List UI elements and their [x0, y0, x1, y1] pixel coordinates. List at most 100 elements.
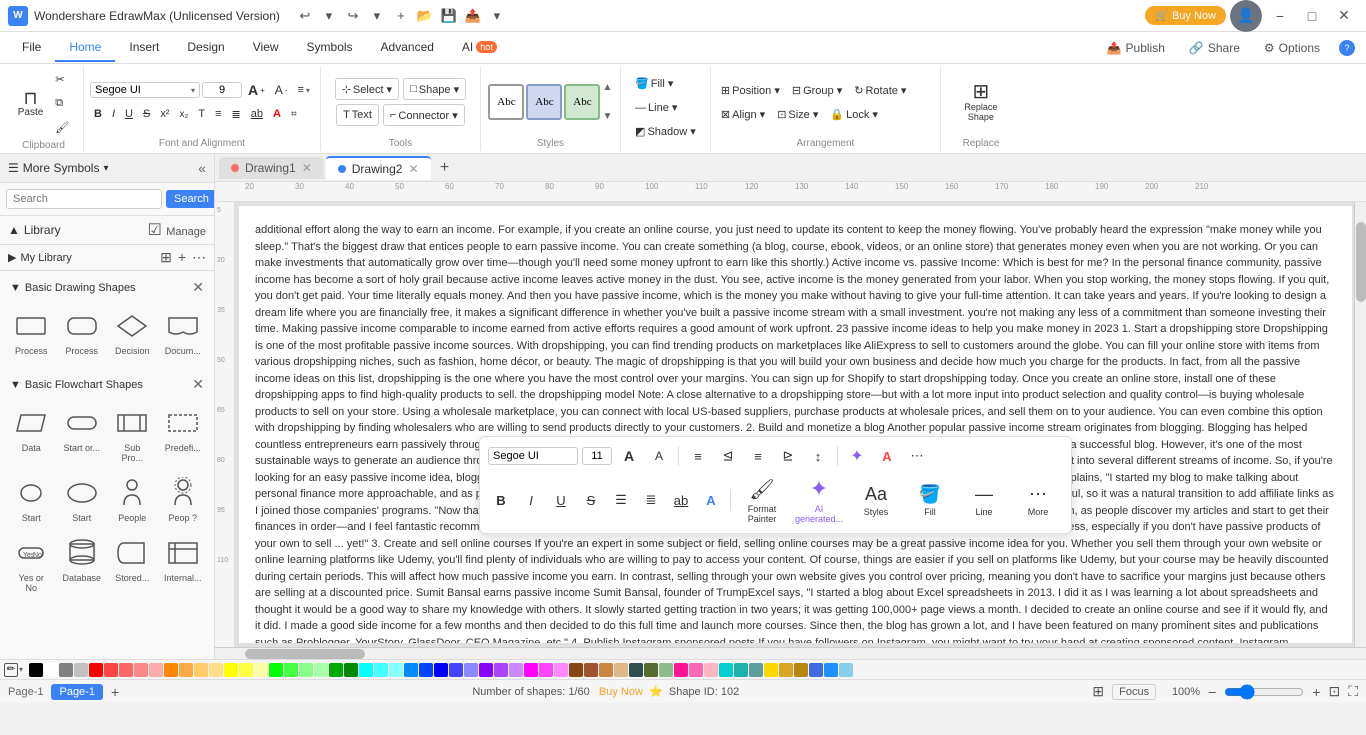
fullscreen-button[interactable]: ⛶: [1348, 683, 1358, 700]
shape-decision[interactable]: Decision: [109, 304, 156, 360]
shape-yes-no[interactable]: Yes No Yes or No: [8, 531, 54, 597]
color-swatch[interactable]: [389, 663, 403, 677]
ft-font-name[interactable]: [488, 447, 578, 465]
color-swatch[interactable]: [119, 663, 133, 677]
text-transform-button[interactable]: T: [194, 103, 209, 125]
replace-shape-button[interactable]: ⊞ ReplaceShape: [960, 75, 1001, 129]
user-avatar[interactable]: 👤: [1230, 0, 1262, 32]
buy-now-button[interactable]: 🛒 Buy Now: [1145, 6, 1226, 25]
layers-button[interactable]: ⊞: [1092, 683, 1104, 700]
basic-drawing-close[interactable]: ✕: [192, 279, 204, 296]
ft-align-left[interactable]: ⊴: [715, 443, 741, 469]
dialog-launcher[interactable]: ⌗: [287, 103, 301, 125]
zoom-minus-button[interactable]: −: [1208, 684, 1216, 700]
my-library-add-icon[interactable]: +: [178, 249, 186, 266]
styles-down[interactable]: ▼: [602, 111, 612, 122]
font-name-dropdown[interactable]: Segoe UI ▾: [90, 82, 200, 98]
publish-button[interactable]: 📤 Publish: [1099, 37, 1173, 59]
color-swatch[interactable]: [674, 663, 688, 677]
color-swatch[interactable]: [89, 663, 103, 677]
ft-line-spacing[interactable]: ↕: [805, 443, 831, 469]
style-box-3[interactable]: Abc: [564, 84, 600, 120]
tab-home[interactable]: Home: [55, 34, 115, 62]
ft-num-list[interactable]: ≣: [638, 487, 664, 513]
color-swatch[interactable]: [404, 663, 418, 677]
redo-dropdown[interactable]: ▾: [366, 5, 388, 27]
color-swatch[interactable]: [584, 663, 598, 677]
ft-styles[interactable]: Aa Styles: [851, 473, 901, 527]
ft-align-right[interactable]: ⊵: [775, 443, 801, 469]
color-swatch[interactable]: [59, 663, 73, 677]
ft-format-painter[interactable]: 🖌 Format Painter: [737, 473, 787, 527]
doc-tab-drawing2[interactable]: Drawing2 ✕: [326, 156, 431, 180]
ft-ai-generated[interactable]: ✦ AI generated...: [791, 473, 847, 527]
tab-view[interactable]: View: [239, 34, 293, 62]
my-library-toggle[interactable]: ▶ My Library: [8, 251, 72, 264]
shape-predefined[interactable]: Predefi...: [160, 401, 206, 467]
color-swatch[interactable]: [464, 663, 478, 677]
ft-increase-font[interactable]: A: [616, 443, 642, 469]
select-button[interactable]: ⊹ Select ▾: [335, 78, 399, 100]
align-button[interactable]: ≡ ▾: [293, 79, 313, 101]
tab-advanced[interactable]: Advanced: [367, 34, 448, 62]
scroll-thumb-h[interactable]: [245, 649, 365, 659]
new-button[interactable]: +: [390, 5, 412, 27]
undo-dropdown[interactable]: ▾: [318, 5, 340, 27]
subscript-button[interactable]: x₂: [175, 103, 192, 125]
add-document-button[interactable]: +: [433, 156, 457, 180]
shape-process[interactable]: Process: [8, 304, 55, 360]
scrollbar-horizontal[interactable]: [215, 647, 1366, 659]
shape-button[interactable]: □ Shape ▾: [403, 78, 466, 100]
cut-button[interactable]: ✂: [51, 68, 73, 90]
group-button[interactable]: ⊟ Group ▾: [788, 79, 846, 101]
color-swatch[interactable]: [44, 663, 58, 677]
color-swatch[interactable]: [134, 663, 148, 677]
rotate-button[interactable]: ↻ Rotate ▾: [850, 79, 910, 101]
color-swatch[interactable]: [629, 663, 643, 677]
color-swatch[interactable]: [254, 663, 268, 677]
undo-button[interactable]: ↩: [294, 5, 316, 27]
bullet-list-button[interactable]: ≡: [211, 103, 225, 125]
size-button[interactable]: ⊡ Size ▾: [773, 103, 822, 125]
basic-flowchart-header[interactable]: ▼ Basic Flowchart Shapes ✕: [4, 372, 210, 397]
shape-people-1[interactable]: People: [109, 471, 155, 527]
doc-tab-drawing1[interactable]: Drawing1 ✕: [219, 157, 324, 179]
text-button[interactable]: T Text: [336, 104, 379, 126]
paste-button[interactable]: ⊓ Paste: [14, 76, 48, 130]
ft-font-size[interactable]: [582, 447, 612, 465]
fill-button[interactable]: 🪣 Fill ▾: [631, 73, 677, 95]
format-painter-clipboard[interactable]: 🖌: [51, 116, 73, 138]
underline2-button[interactable]: ab: [247, 103, 267, 125]
color-swatch[interactable]: [329, 663, 343, 677]
color-swatch[interactable]: [164, 663, 178, 677]
canvas-text[interactable]: additional effort along the way to earn …: [239, 206, 1352, 643]
options-button[interactable]: ⚙ Options: [1256, 37, 1328, 59]
tab-insert[interactable]: Insert: [115, 34, 173, 62]
color-swatch[interactable]: [824, 663, 838, 677]
increase-font-button[interactable]: A+: [244, 79, 269, 101]
style-box-2[interactable]: Abc: [526, 84, 562, 120]
color-swatch[interactable]: [359, 663, 373, 677]
tab-symbols[interactable]: Symbols: [293, 34, 367, 62]
num-list-button[interactable]: ≣: [228, 103, 245, 125]
color-swatch[interactable]: [29, 663, 43, 677]
color-swatch[interactable]: [734, 663, 748, 677]
ft-line[interactable]: — Line: [959, 473, 1009, 527]
shape-stored[interactable]: Stored...: [109, 531, 155, 597]
shape-data[interactable]: Data: [8, 401, 54, 467]
color-swatch[interactable]: [494, 663, 508, 677]
bold-button[interactable]: B: [90, 103, 106, 125]
add-page-button[interactable]: +: [111, 684, 119, 700]
color-swatch[interactable]: [719, 663, 733, 677]
close-button[interactable]: ✕: [1330, 2, 1358, 30]
strikethrough-button[interactable]: S: [139, 103, 154, 125]
color-swatch[interactable]: [269, 663, 283, 677]
decrease-font-button[interactable]: A-: [271, 79, 292, 101]
ft-align-center[interactable]: ≡: [745, 443, 771, 469]
shape-database[interactable]: Database: [58, 531, 105, 597]
ft-italic[interactable]: I: [518, 487, 544, 513]
color-swatch[interactable]: [74, 663, 88, 677]
ft-fill[interactable]: 🪣 Fill: [905, 473, 955, 527]
ft-underline[interactable]: U: [548, 487, 574, 513]
shape-start-oval[interactable]: Start: [58, 471, 105, 527]
